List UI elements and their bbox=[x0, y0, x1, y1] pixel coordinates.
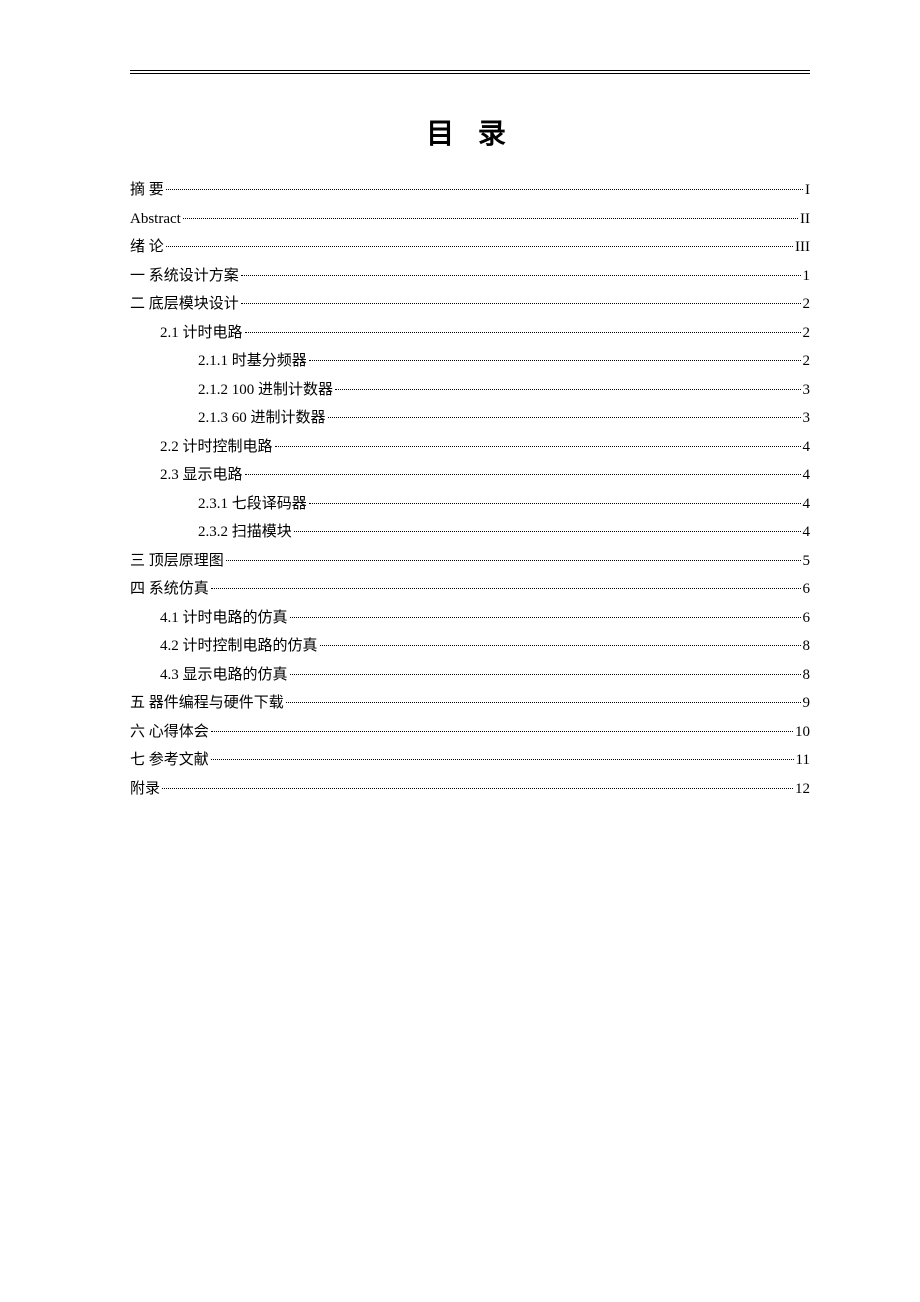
toc-entry-page: 4 bbox=[803, 433, 811, 462]
toc-entry-label: 绪 论 bbox=[130, 233, 164, 262]
toc-dot-leader bbox=[211, 731, 793, 732]
toc-entry-label: 附录 bbox=[130, 775, 160, 804]
toc-entry-page: 10 bbox=[795, 718, 810, 747]
toc-dot-leader bbox=[309, 503, 801, 504]
toc-entry: 七 参考文献 11 bbox=[130, 746, 810, 775]
toc-entry-label: 2.3 显示电路 bbox=[160, 461, 243, 490]
toc-entry-page: 2 bbox=[803, 290, 811, 319]
toc-entry: 4.2 计时控制电路的仿真 8 bbox=[130, 632, 810, 661]
toc-dot-leader bbox=[241, 303, 801, 304]
toc-entry: 2.3 显示电路 4 bbox=[130, 461, 810, 490]
toc-entry-label: 2.1 计时电路 bbox=[160, 319, 243, 348]
toc-dot-leader bbox=[211, 759, 794, 760]
toc-dot-leader bbox=[245, 332, 801, 333]
toc-dot-leader bbox=[294, 531, 801, 532]
toc-entry: 绪 论 III bbox=[130, 233, 810, 262]
toc-entry-page: 4 bbox=[803, 490, 811, 519]
toc-entry-page: 4 bbox=[803, 461, 811, 490]
toc-entry-page: 2 bbox=[803, 319, 811, 348]
toc-entry-label: 一 系统设计方案 bbox=[130, 262, 239, 291]
toc-entry: 2.3.2 扫描模块 4 bbox=[130, 518, 810, 547]
toc-entry-page: 2 bbox=[803, 347, 811, 376]
toc-entry: 2.1.3 60 进制计数器 3 bbox=[130, 404, 810, 433]
toc-entry-page: 6 bbox=[803, 604, 811, 633]
toc-entry: 2.2 计时控制电路 4 bbox=[130, 433, 810, 462]
toc-entry: 2.1 计时电路 2 bbox=[130, 319, 810, 348]
toc-dot-leader bbox=[328, 417, 801, 418]
toc-entry-page: 3 bbox=[803, 376, 811, 405]
toc-dot-leader bbox=[245, 474, 801, 475]
toc-entry-label: 三 顶层原理图 bbox=[130, 547, 224, 576]
toc-entry: 摘 要I bbox=[130, 176, 810, 205]
toc-entry: 4.3 显示电路的仿真 8 bbox=[130, 661, 810, 690]
toc-entry-label: 2.1.3 60 进制计数器 bbox=[198, 404, 326, 433]
toc-entry-label: 六 心得体会 bbox=[130, 718, 209, 747]
toc-entry: 2.1.2 100 进制计数器 3 bbox=[130, 376, 810, 405]
toc-entry-label: 摘 要 bbox=[130, 176, 164, 205]
toc-entry-page: I bbox=[805, 176, 810, 205]
toc-dot-leader bbox=[290, 674, 801, 675]
toc-entry-label: 2.2 计时控制电路 bbox=[160, 433, 273, 462]
toc-entry-page: 8 bbox=[803, 632, 811, 661]
toc-entry-label: 二 底层模块设计 bbox=[130, 290, 239, 319]
toc-entry-label: 4.3 显示电路的仿真 bbox=[160, 661, 288, 690]
toc-dot-leader bbox=[241, 275, 801, 276]
toc-entry-page: 3 bbox=[803, 404, 811, 433]
toc-entry: 二 底层模块设计 2 bbox=[130, 290, 810, 319]
toc-entry: 2.1.1 时基分频器 2 bbox=[130, 347, 810, 376]
toc-entry-label: Abstract bbox=[130, 205, 181, 234]
toc-entry-label: 2.3.1 七段译码器 bbox=[198, 490, 307, 519]
toc-entry: 四 系统仿真 6 bbox=[130, 575, 810, 604]
toc-entry-label: 2.3.2 扫描模块 bbox=[198, 518, 292, 547]
header-rule bbox=[130, 70, 810, 74]
toc-entry: 六 心得体会 10 bbox=[130, 718, 810, 747]
toc-dot-leader bbox=[320, 645, 801, 646]
toc-entry: 附录 12 bbox=[130, 775, 810, 804]
toc-entry-label: 2.1.2 100 进制计数器 bbox=[198, 376, 333, 405]
toc-entry: 五 器件编程与硬件下载 9 bbox=[130, 689, 810, 718]
toc-entry-label: 四 系统仿真 bbox=[130, 575, 209, 604]
toc-entry-label: 4.1 计时电路的仿真 bbox=[160, 604, 288, 633]
toc-dot-leader bbox=[166, 189, 803, 190]
toc-dot-leader bbox=[183, 218, 798, 219]
toc-dot-leader bbox=[226, 560, 801, 561]
document-page: 目 录 摘 要IAbstractII绪 论III一 系统设计方案1二 底层模块设… bbox=[0, 0, 920, 803]
toc-dot-leader bbox=[335, 389, 800, 390]
toc-entry-page: 5 bbox=[803, 547, 811, 576]
toc-entry-page: 6 bbox=[803, 575, 811, 604]
toc-entry-page: 11 bbox=[796, 746, 810, 775]
toc-entry-label: 4.2 计时控制电路的仿真 bbox=[160, 632, 318, 661]
toc-entry-page: 8 bbox=[803, 661, 811, 690]
toc-dot-leader bbox=[211, 588, 801, 589]
toc-entry-page: II bbox=[800, 205, 810, 234]
toc-list: 摘 要IAbstractII绪 论III一 系统设计方案1二 底层模块设计22.… bbox=[130, 176, 810, 803]
toc-dot-leader bbox=[290, 617, 801, 618]
toc-entry: 三 顶层原理图 5 bbox=[130, 547, 810, 576]
toc-entry: 一 系统设计方案 1 bbox=[130, 262, 810, 291]
toc-entry-page: 9 bbox=[803, 689, 811, 718]
toc-entry: 4.1 计时电路的仿真 6 bbox=[130, 604, 810, 633]
toc-entry-label: 七 参考文献 bbox=[130, 746, 209, 775]
toc-dot-leader bbox=[275, 446, 801, 447]
toc-entry-page: 1 bbox=[803, 262, 811, 291]
toc-dot-leader bbox=[286, 702, 801, 703]
toc-dot-leader bbox=[309, 360, 801, 361]
toc-entry-page: III bbox=[795, 233, 810, 262]
toc-entry: Abstract II bbox=[130, 205, 810, 234]
toc-title: 目 录 bbox=[130, 112, 810, 152]
toc-entry-label: 2.1.1 时基分频器 bbox=[198, 347, 307, 376]
toc-dot-leader bbox=[166, 246, 793, 247]
toc-dot-leader bbox=[162, 788, 793, 789]
toc-entry-page: 12 bbox=[795, 775, 810, 804]
toc-entry-label: 五 器件编程与硬件下载 bbox=[130, 689, 284, 718]
toc-entry-page: 4 bbox=[803, 518, 811, 547]
toc-entry: 2.3.1 七段译码器 4 bbox=[130, 490, 810, 519]
